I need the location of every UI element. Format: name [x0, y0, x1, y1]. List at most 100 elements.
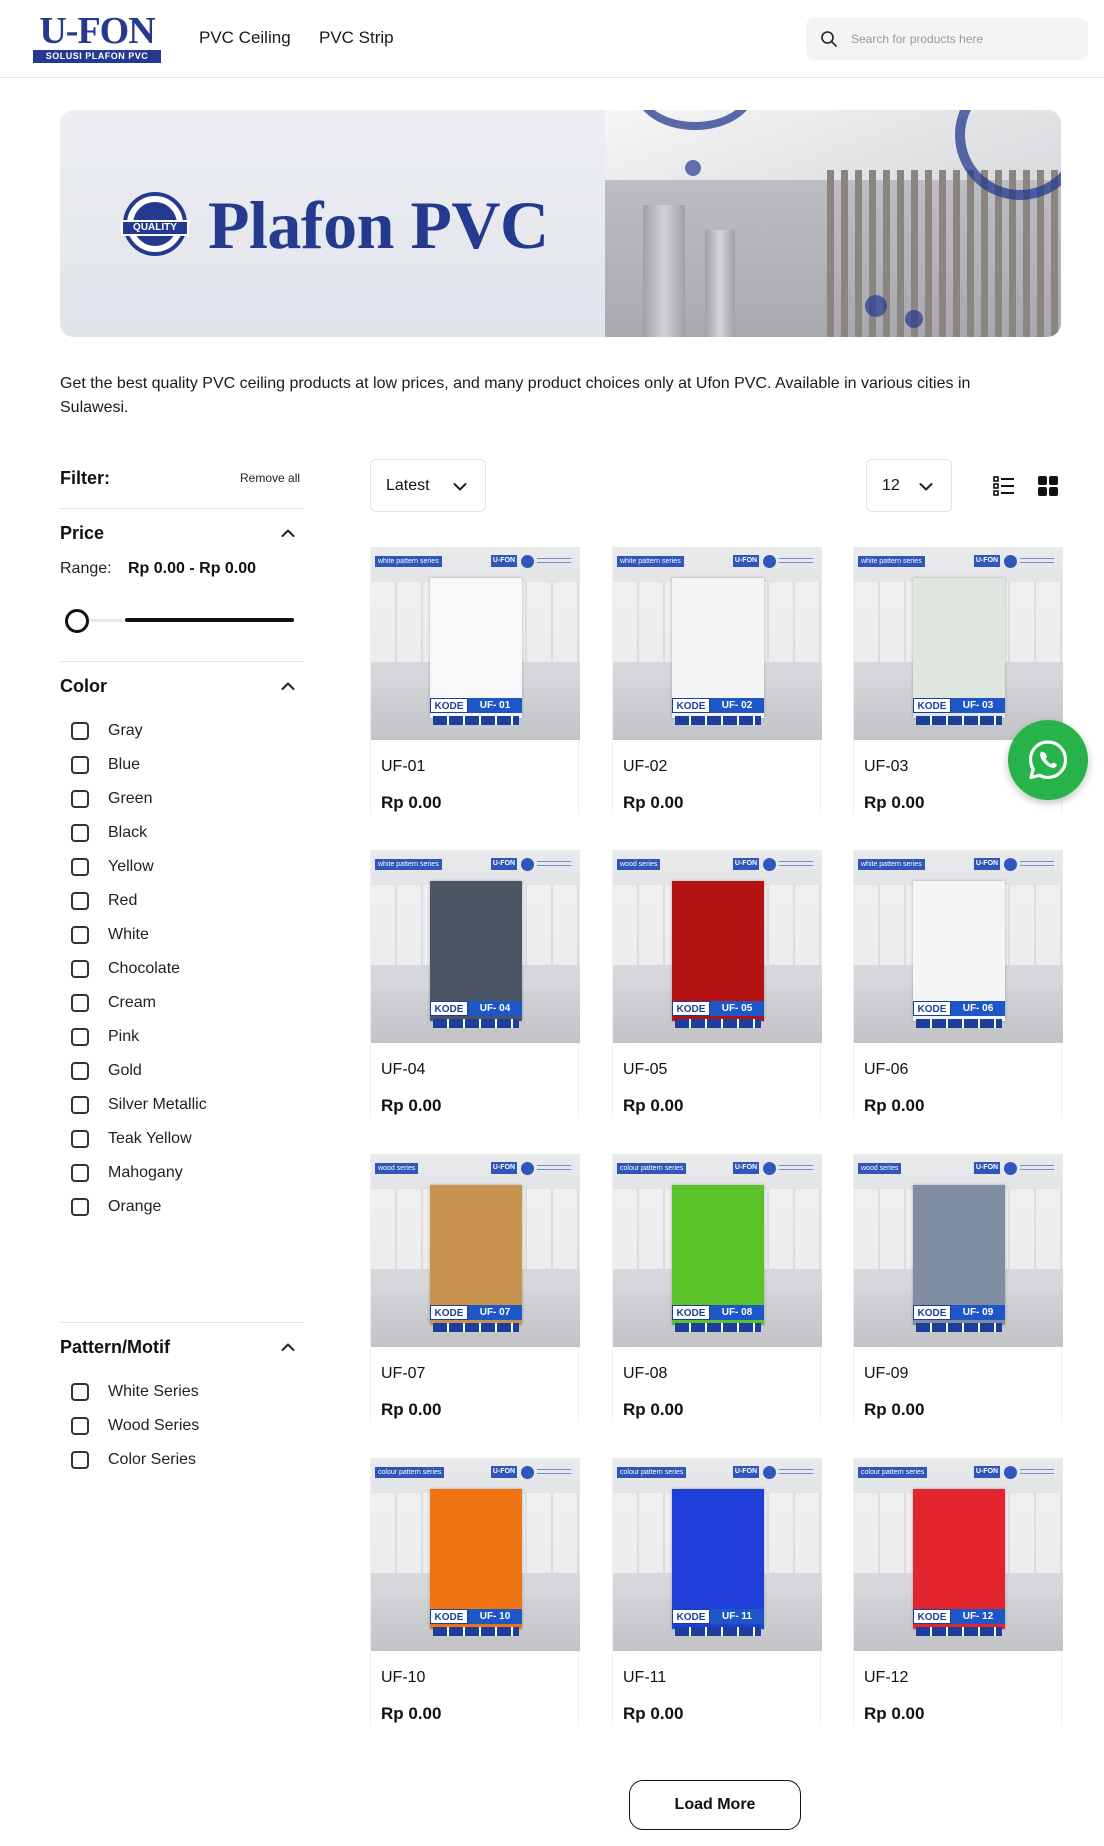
- product-card[interactable]: white pattern series U-FON KODE UF- 04 UF-04…: [370, 850, 580, 1117]
- series-tag: wood series: [858, 1163, 902, 1174]
- checkbox[interactable]: [71, 926, 89, 944]
- product-image[interactable]: white pattern series U-FON KODE UF- 01: [371, 547, 580, 740]
- product-card[interactable]: wood series U-FON KODE UF- 07 UF-07 Rp 0.00: [370, 1154, 580, 1421]
- product-image[interactable]: colour pattern series U-FON KODE UF- 12: [854, 1458, 1063, 1651]
- pattern-option[interactable]: Color Series: [71, 1450, 196, 1470]
- product-image[interactable]: white pattern series U-FON KODE UF- 06: [854, 850, 1063, 1043]
- load-more-button[interactable]: Load More: [629, 1780, 801, 1830]
- checkbox[interactable]: [71, 1164, 89, 1182]
- product-card[interactable]: wood series U-FON KODE UF- 09 UF-09 Rp 0.00: [853, 1154, 1063, 1421]
- product-price: Rp 0.00: [381, 793, 442, 812]
- brand-tagline-mark: [537, 558, 571, 563]
- product-name[interactable]: UF-04: [381, 1061, 425, 1079]
- product-name[interactable]: UF-03: [864, 758, 908, 776]
- product-image[interactable]: white pattern series U-FON KODE UF- 04: [371, 850, 580, 1043]
- product-image[interactable]: white pattern series U-FON KODE UF- 02: [613, 547, 822, 740]
- product-image[interactable]: colour pattern series U-FON KODE UF- 08: [613, 1154, 822, 1347]
- product-name[interactable]: UF-06: [864, 1061, 908, 1079]
- product-code-label: KODE UF- 01: [430, 698, 522, 713]
- color-option[interactable]: Yellow: [71, 857, 154, 877]
- series-tag: white pattern series: [858, 859, 925, 870]
- list-view-icon[interactable]: [993, 475, 1015, 497]
- pattern-option[interactable]: Wood Series: [71, 1416, 199, 1436]
- product-card[interactable]: white pattern series U-FON KODE UF- 02 UF-02…: [612, 547, 822, 814]
- color-option[interactable]: Black: [71, 823, 147, 843]
- chevron-up-icon[interactable]: [281, 681, 295, 691]
- photo-slat: [897, 170, 904, 337]
- product-name[interactable]: UF-09: [864, 1365, 908, 1383]
- product-name[interactable]: UF-12: [864, 1669, 908, 1687]
- pattern-section-title[interactable]: Pattern/Motif: [60, 1337, 170, 1358]
- color-option[interactable]: White: [71, 925, 149, 945]
- checkbox[interactable]: [71, 960, 89, 978]
- product-card[interactable]: wood series U-FON KODE UF- 05 UF-05 Rp 0.00: [612, 850, 822, 1117]
- checkbox[interactable]: [71, 1130, 89, 1148]
- product-name[interactable]: UF-10: [381, 1669, 425, 1687]
- product-name[interactable]: UF-11: [623, 1669, 666, 1687]
- remove-all-filters-link[interactable]: Remove all: [240, 471, 300, 485]
- color-option[interactable]: Gold: [71, 1061, 142, 1081]
- checkbox[interactable]: [71, 1451, 89, 1469]
- product-image[interactable]: colour pattern series U-FON KODE UF- 11: [613, 1458, 822, 1651]
- whatsapp-chat-button[interactable]: [1008, 720, 1088, 800]
- price-slider-handle[interactable]: [65, 609, 89, 633]
- chevron-up-icon[interactable]: [281, 1342, 295, 1352]
- chevron-up-icon[interactable]: [281, 528, 295, 538]
- premium-quality-badge: QUALITY: [121, 192, 189, 256]
- checkbox[interactable]: [71, 790, 89, 808]
- nav-pvc-strip[interactable]: PVC Strip: [319, 28, 394, 48]
- color-option[interactable]: Red: [71, 891, 137, 911]
- code-prefix: KODE: [672, 1305, 710, 1320]
- checkbox[interactable]: [71, 1028, 89, 1046]
- product-name[interactable]: UF-08: [623, 1365, 667, 1383]
- color-option[interactable]: Orange: [71, 1197, 161, 1217]
- code-prefix: KODE: [672, 1609, 710, 1624]
- product-image[interactable]: wood series U-FON KODE UF- 07: [371, 1154, 580, 1347]
- checkbox[interactable]: [71, 1062, 89, 1080]
- product-card[interactable]: colour pattern series U-FON KODE UF- 12 UF-1…: [853, 1458, 1063, 1725]
- color-option[interactable]: Blue: [71, 755, 140, 775]
- checkbox[interactable]: [71, 1417, 89, 1435]
- color-option[interactable]: Pink: [71, 1027, 139, 1047]
- color-option[interactable]: Cream: [71, 993, 156, 1013]
- ufon-logo[interactable]: U-FON SOLUSI PLAFON PVC: [33, 12, 161, 63]
- color-option[interactable]: Chocolate: [71, 959, 180, 979]
- color-option[interactable]: Green: [71, 789, 152, 809]
- checkbox[interactable]: [71, 994, 89, 1012]
- product-name[interactable]: UF-02: [623, 758, 667, 776]
- product-name[interactable]: UF-07: [381, 1365, 425, 1383]
- product-card[interactable]: white pattern series U-FON KODE UF- 06 UF-06…: [853, 850, 1063, 1117]
- checkbox[interactable]: [71, 1096, 89, 1114]
- product-card[interactable]: colour pattern series U-FON KODE UF- 08 UF-0…: [612, 1154, 822, 1421]
- checkbox[interactable]: [71, 1383, 89, 1401]
- pattern-option[interactable]: White Series: [71, 1382, 199, 1402]
- brand-tag: U-FON: [733, 1162, 759, 1174]
- product-image[interactable]: wood series U-FON KODE UF- 05: [613, 850, 822, 1043]
- checkbox[interactable]: [71, 824, 89, 842]
- sort-dropdown[interactable]: Latest: [370, 459, 486, 512]
- search-input[interactable]: [851, 18, 1076, 60]
- price-section-title[interactable]: Price: [60, 523, 104, 544]
- product-image[interactable]: colour pattern series U-FON KODE UF- 10: [371, 1458, 580, 1651]
- color-option[interactable]: Silver Metallic: [71, 1095, 207, 1115]
- color-option[interactable]: Teak Yellow: [71, 1129, 192, 1149]
- series-tag: colour pattern series: [617, 1467, 687, 1478]
- per-page-dropdown[interactable]: 12: [866, 459, 952, 512]
- product-image[interactable]: white pattern series U-FON KODE UF- 03: [854, 547, 1063, 740]
- nav-pvc-ceiling[interactable]: PVC Ceiling: [199, 28, 291, 48]
- product-name[interactable]: UF-05: [623, 1061, 667, 1079]
- color-option[interactable]: Gray: [71, 721, 143, 741]
- product-name[interactable]: UF-01: [381, 758, 425, 776]
- grid-view-icon[interactable]: [1037, 475, 1059, 497]
- color-option[interactable]: Mahogany: [71, 1163, 183, 1183]
- checkbox[interactable]: [71, 756, 89, 774]
- checkbox[interactable]: [71, 1198, 89, 1216]
- product-card[interactable]: white pattern series U-FON KODE UF- 01 UF-01…: [370, 547, 580, 814]
- color-section-title[interactable]: Color: [60, 676, 107, 697]
- checkbox[interactable]: [71, 892, 89, 910]
- product-image[interactable]: wood series U-FON KODE UF- 09: [854, 1154, 1063, 1347]
- checkbox[interactable]: [71, 722, 89, 740]
- product-card[interactable]: colour pattern series U-FON KODE UF- 11 UF-1…: [612, 1458, 822, 1725]
- checkbox[interactable]: [71, 858, 89, 876]
- product-card[interactable]: colour pattern series U-FON KODE UF- 10 UF-1…: [370, 1458, 580, 1725]
